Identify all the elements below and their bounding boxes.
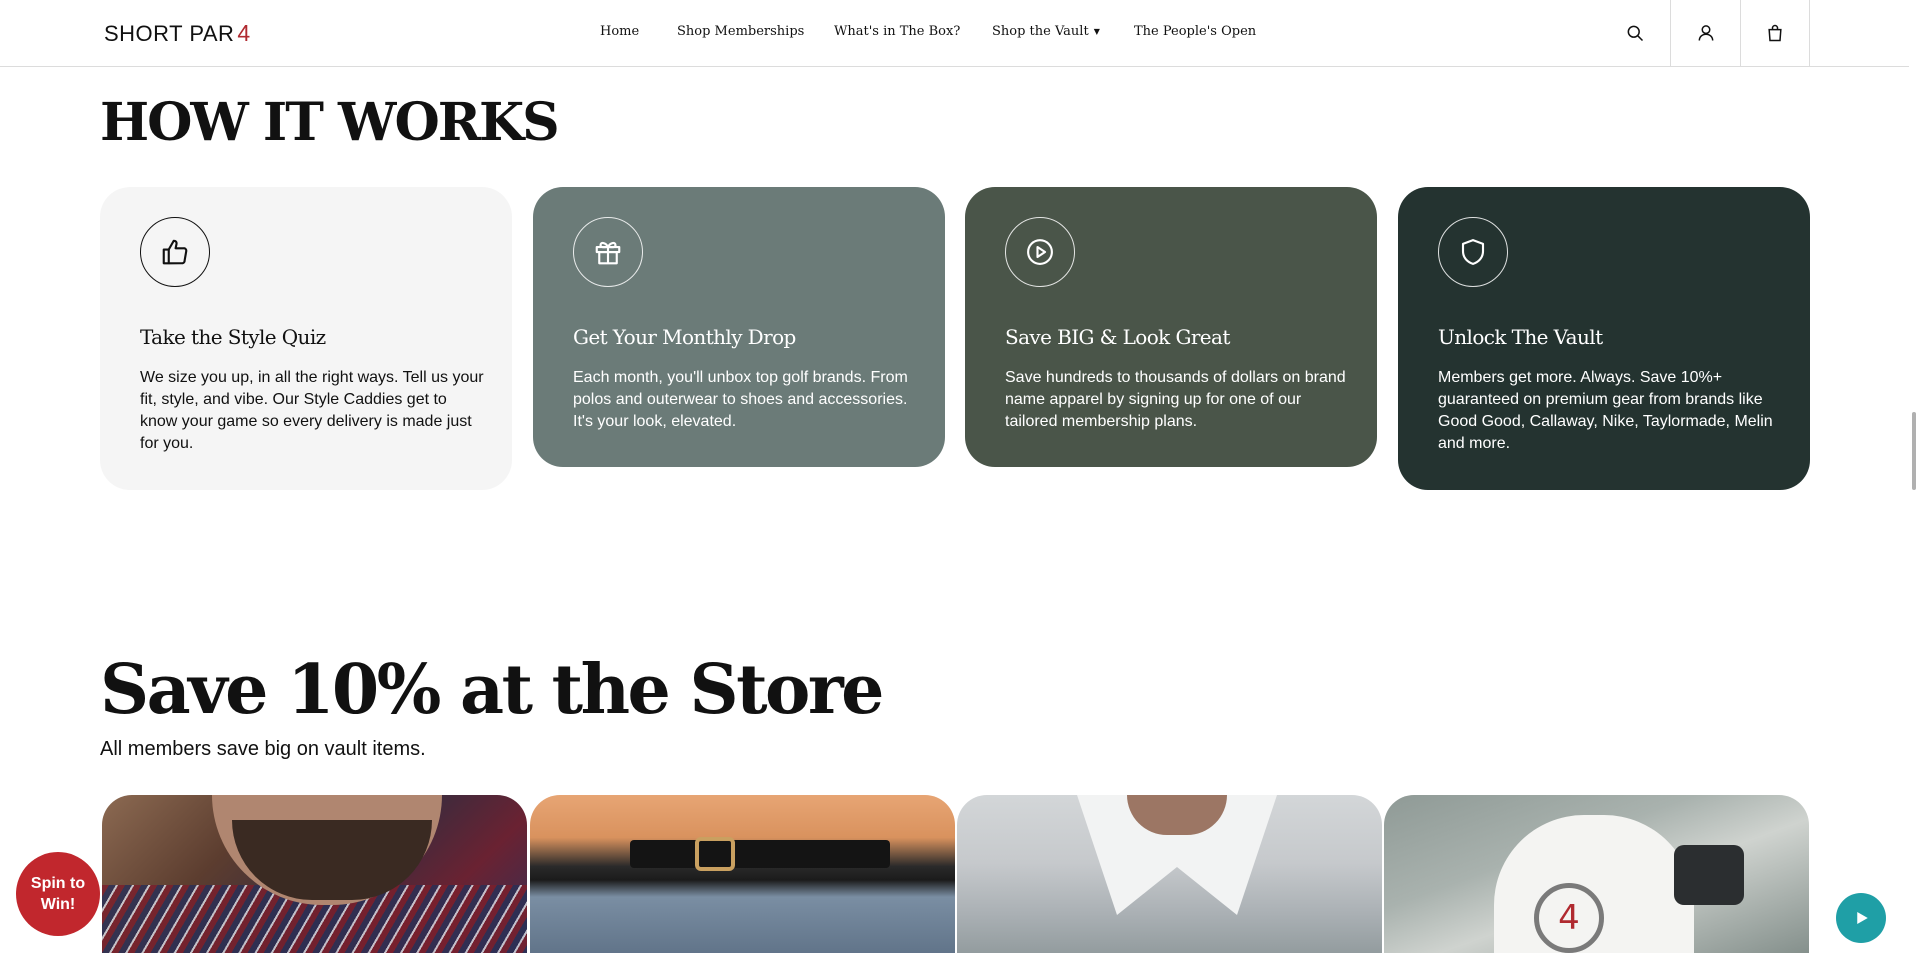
product-image	[630, 840, 890, 868]
spin-to-win-button[interactable]: Spin to Win!	[16, 852, 100, 936]
glove-logo-mark: 4	[1534, 883, 1604, 953]
card-title: Take the Style Quiz	[140, 325, 326, 349]
logo-mark: 4	[237, 20, 251, 46]
product-image-detail	[695, 837, 735, 871]
card-text: We size you up, in all the right ways. T…	[140, 369, 484, 452]
account-icon	[1698, 25, 1713, 41]
step-card-save-big: Save BIG & Look Great Save hundreds to t…	[965, 187, 1377, 467]
product-card-shirt[interactable]	[957, 795, 1382, 953]
logo-text: SHORT PAR	[104, 20, 235, 46]
product-card-polo[interactable]	[102, 795, 527, 953]
header-actions	[1600, 0, 1810, 66]
card-text: Save hundreds to thousands of dollars on…	[1005, 369, 1346, 430]
shield-icon	[1438, 217, 1508, 287]
scrollbar-thumb[interactable]	[1912, 412, 1916, 490]
card-title: Unlock The Vault	[1438, 325, 1603, 349]
step-card-monthly-drop: Get Your Monthly Drop Each month, you'll…	[533, 187, 945, 467]
cart-button[interactable]	[1740, 0, 1810, 66]
card-title: Save BIG & Look Great	[1005, 325, 1230, 349]
account-button[interactable]	[1670, 0, 1740, 66]
video-play-button[interactable]	[1836, 893, 1886, 943]
step-card-style-quiz: Take the Style Quiz We size you up, in a…	[100, 187, 512, 490]
nav-shop-the-vault[interactable]: Shop the Vault ▼	[992, 24, 1100, 39]
play-icon	[1857, 912, 1868, 924]
search-icon	[1627, 25, 1644, 42]
nav-shop-memberships[interactable]: Shop Memberships	[677, 24, 804, 39]
product-card-glove[interactable]: 4	[1384, 795, 1809, 953]
card-text: Each month, you'll unbox top golf brands…	[573, 369, 908, 430]
site-header: SHORT PAR 4 Home Shop Memberships What's…	[0, 0, 1920, 67]
card-title: Get Your Monthly Drop	[573, 325, 796, 349]
search-button[interactable]	[1600, 0, 1670, 66]
nav-whats-in-the-box[interactable]: What's in The Box?	[834, 24, 960, 39]
nav-shop-the-vault-label: Shop the Vault	[992, 24, 1089, 39]
store-title: Save 10% at the Store	[100, 650, 884, 730]
cart-icon	[1768, 24, 1782, 42]
site-logo[interactable]: SHORT PAR 4	[104, 20, 251, 47]
nav-home[interactable]: Home	[600, 24, 639, 39]
step-card-unlock-vault: Unlock The Vault Members get more. Alway…	[1398, 187, 1810, 490]
how-it-works-title: HOW IT WORKS	[100, 92, 560, 153]
nav-peoples-open[interactable]: The People's Open	[1134, 24, 1256, 39]
chevron-down-icon: ▼	[1093, 27, 1100, 36]
store-subtitle: All members save big on vault items.	[100, 738, 426, 760]
page-scrollbar[interactable]	[1909, 0, 1920, 953]
product-card-belt[interactable]	[530, 795, 955, 953]
product-image-detail	[1674, 845, 1744, 905]
spin-to-win-label: Spin to Win!	[30, 875, 86, 913]
gift-icon	[573, 217, 643, 287]
play-circle-icon	[1005, 217, 1075, 287]
thumbs-up-icon	[140, 217, 210, 287]
card-text: Members get more. Always. Save 10%+ guar…	[1438, 369, 1773, 452]
